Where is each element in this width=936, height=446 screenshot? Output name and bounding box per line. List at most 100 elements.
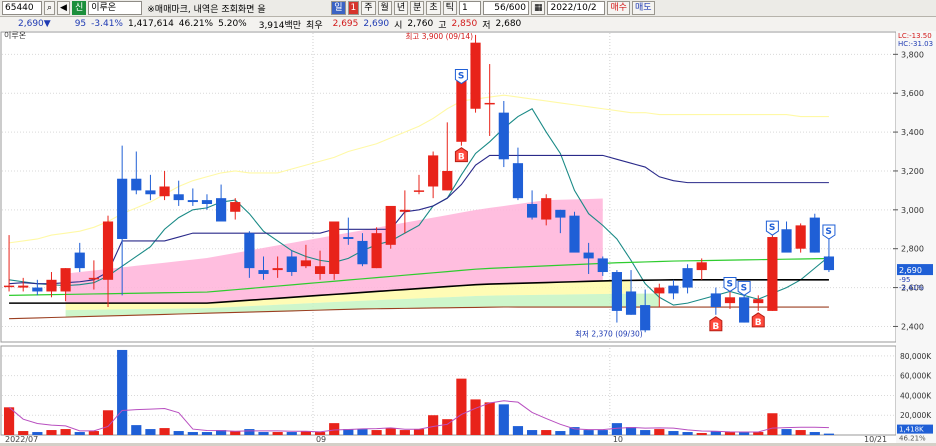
stock-name-field[interactable]: 이루온 — [88, 1, 143, 15]
volume-value: 1,417,614 — [127, 19, 174, 29]
stock-code-input[interactable]: 65440 — [2, 1, 42, 15]
candle-body — [710, 293, 721, 308]
high-annotation: 최고 3,900 (09/14) — [406, 31, 474, 41]
candle-body — [145, 190, 156, 195]
volume-bar — [625, 427, 637, 435]
low-annotation: 최저 2,370 (09/30) — [575, 328, 643, 338]
trade-mark-letter: S — [726, 279, 732, 289]
candle-body — [314, 266, 326, 274]
volume-bar — [555, 431, 566, 435]
calendar-icon[interactable]: ▦ — [530, 1, 546, 15]
top-toolbar: 65440 ⌕ ◀ 신 이루온 ※매매마크, 내역은 조회화면 을 일 1 주 … — [0, 0, 936, 17]
tick-button[interactable]: 틱 — [442, 1, 457, 15]
month-button[interactable]: 월 — [377, 1, 392, 15]
candle-body — [597, 258, 608, 273]
candle-body — [272, 268, 283, 271]
candle-body — [456, 77, 467, 142]
price-sub-tag: -3.41% — [899, 284, 924, 292]
prev-arrow-icon[interactable]: ◀ — [57, 1, 70, 15]
trade-mark-letter: S — [458, 71, 464, 81]
candle-body — [767, 237, 778, 311]
week-button[interactable]: 주 — [361, 1, 376, 15]
second-button[interactable]: 초 — [426, 1, 441, 15]
candle-body — [583, 252, 594, 259]
candle-body — [739, 297, 750, 323]
volume-bar — [470, 399, 481, 435]
chart-title: 이루온 — [4, 31, 26, 40]
volume-bar — [823, 433, 835, 435]
candle-body — [724, 297, 736, 304]
volume-bar — [640, 430, 651, 435]
code-search-icon[interactable]: ⌕ — [44, 1, 56, 15]
candle-body — [18, 285, 29, 288]
candle-body — [512, 163, 524, 199]
volume-bar — [371, 430, 382, 435]
candle-body — [753, 299, 764, 304]
candle-body — [696, 262, 707, 271]
candle-body — [795, 225, 806, 249]
volume-tick-label: 20,000K — [900, 411, 932, 420]
minute-button[interactable]: 분 — [410, 1, 425, 15]
candle-body — [74, 252, 85, 269]
date-label: 09 — [316, 435, 326, 443]
candlestick-chart[interactable]: SBBS SBS S 3,8003,6003,4003,2003,0002,8002… — [0, 30, 936, 444]
candle-body — [357, 240, 368, 265]
volume-bar — [654, 429, 665, 435]
volume-bar — [145, 429, 156, 435]
year-button[interactable]: 년 — [393, 1, 409, 15]
candle-body — [640, 305, 651, 331]
volume-bar — [159, 428, 170, 435]
volume-bar — [724, 432, 736, 435]
interval-button[interactable]: 1 — [347, 1, 360, 15]
volume-tick-label: 80,000K — [900, 352, 932, 361]
credit-badge: 신 — [71, 1, 87, 15]
candle-body — [809, 217, 820, 253]
best-ask: 2,695 — [332, 19, 359, 29]
candle-body — [300, 260, 312, 267]
volume-bar — [46, 430, 57, 435]
volume-bar — [187, 432, 198, 435]
notice-text: ※매매마크, 내역은 조회화면 을 — [147, 4, 266, 15]
price-tick-label: 2,800 — [901, 245, 924, 254]
chart-area[interactable]: SBBSSBSS 3,800 3,600 3,400 3,200 3,000 2,800 2… — [0, 30, 936, 444]
volume-bar — [413, 429, 425, 435]
volume-bar — [767, 413, 778, 435]
open-value: 2,760 — [407, 19, 434, 29]
volume-tag: 1,418K — [899, 426, 924, 434]
volume-rate-tag: 46.21% — [899, 435, 926, 443]
trade-mark-letter: B — [755, 318, 762, 328]
volume-bar — [258, 432, 269, 435]
price-tick-label: 3,200 — [901, 167, 924, 176]
volume-bar — [201, 432, 213, 435]
price-sub-tag: -95 — [899, 276, 910, 284]
volume-bar — [60, 429, 71, 435]
current-price: 2,690 — [18, 19, 44, 29]
sell-button[interactable]: 매도 — [632, 1, 655, 15]
buy-button[interactable]: 매수 — [607, 1, 631, 15]
day-button[interactable]: 일 — [331, 1, 346, 15]
volume-bar — [484, 402, 495, 435]
candle-body — [102, 221, 114, 280]
date-input[interactable]: 2022/10/2 — [547, 1, 606, 15]
volume-bar — [74, 432, 85, 435]
candle-body — [569, 215, 580, 253]
candle-body — [32, 287, 43, 292]
candle-body — [682, 268, 693, 288]
high-label: 고 — [438, 20, 447, 31]
corner-tag: LC:-13.50 — [898, 32, 932, 40]
candle-body — [526, 203, 538, 218]
amount-value: 3,914백만 — [258, 20, 302, 31]
best-bid: 2,690 — [363, 19, 390, 29]
candle-body — [413, 190, 425, 192]
count-input[interactable]: 1 — [458, 1, 481, 15]
trade-mark-letter: S — [741, 283, 747, 293]
price-tick-label: 2,400 — [901, 322, 924, 331]
volume-bar — [795, 430, 806, 435]
candle-body — [216, 198, 227, 222]
volume-bar — [357, 429, 368, 435]
candle-body — [442, 170, 453, 191]
volume-bar — [286, 432, 297, 435]
candle-body — [201, 200, 213, 204]
candle-body — [484, 102, 495, 105]
candle-body — [244, 233, 255, 269]
